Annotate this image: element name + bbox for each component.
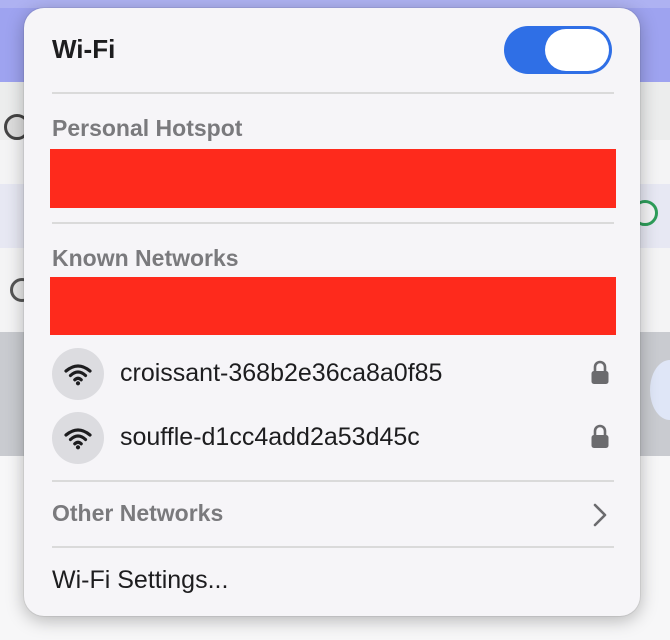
wifi-menu: Wi-Fi Personal Hotspot Known Networks cr… [24,8,640,616]
toggle-knob [545,29,609,71]
wifi-settings-button[interactable]: Wi-Fi Settings... [52,566,228,595]
wifi-title: Wi-Fi [52,34,116,64]
lock-icon [590,360,610,391]
wifi-icon [52,348,104,400]
redacted-network-item[interactable] [50,277,616,335]
wifi-toggle[interactable] [504,26,612,74]
redacted-hotspot-item[interactable] [50,149,616,208]
personal-hotspot-label: Personal Hotspot [52,115,243,141]
lock-icon [590,424,610,455]
separator [52,480,614,482]
network-item-souffle[interactable]: souffle-d1cc4add2a53d45c [50,410,616,466]
network-name: croissant-368b2e36ca8a0f85 [120,359,443,387]
wifi-icon [52,412,104,464]
network-name: souffle-d1cc4add2a53d45c [120,423,420,451]
chevron-right-icon[interactable] [592,502,608,533]
network-item-croissant[interactable]: croissant-368b2e36ca8a0f85 [50,346,616,402]
other-networks-button[interactable]: Other Networks [52,500,223,527]
separator [52,222,614,224]
separator [52,546,614,548]
known-networks-label: Known Networks [52,245,239,271]
separator [52,92,614,94]
